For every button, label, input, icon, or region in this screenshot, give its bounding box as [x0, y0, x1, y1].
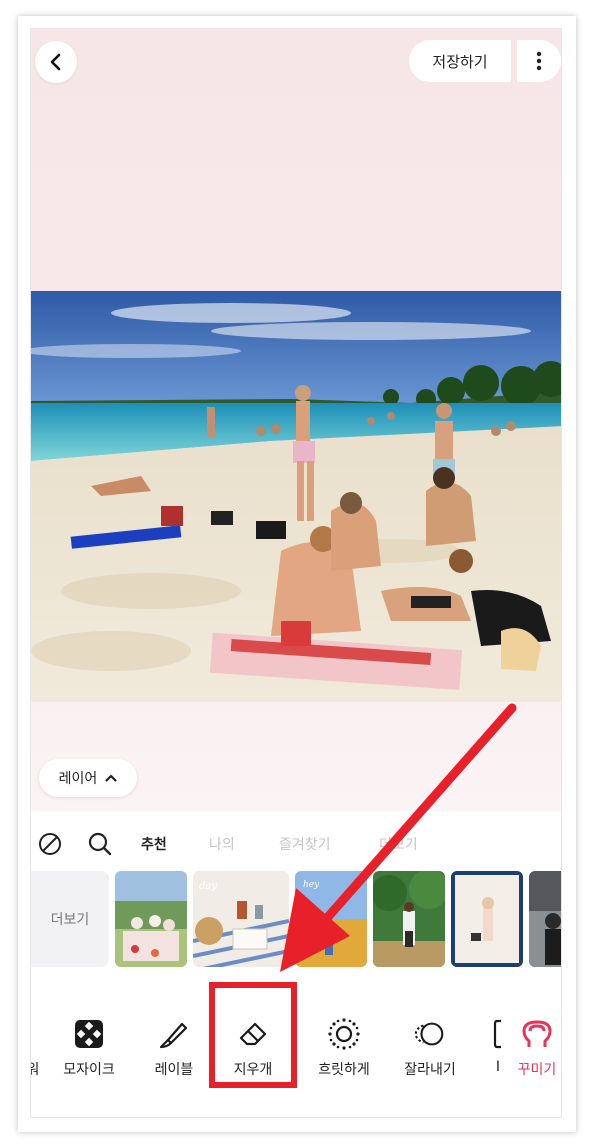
search-icon[interactable]	[87, 831, 113, 857]
more-menu-button[interactable]	[517, 40, 561, 82]
partial-icon	[481, 1017, 515, 1051]
tool-blur[interactable]: 흐릿하게	[307, 991, 381, 1087]
thumbnail-poster-woman[interactable]	[451, 871, 523, 967]
sticker-panel: 추천 나의 즐겨찾기 더보기 더보기 day hey	[31, 815, 561, 975]
tool-label: 레이블	[154, 1062, 194, 1078]
back-button[interactable]	[35, 41, 77, 83]
chevron-left-icon	[50, 53, 61, 71]
thumbnail-orchard[interactable]	[373, 871, 445, 967]
svg-text:hey: hey	[303, 880, 320, 890]
no-sticker-icon[interactable]	[37, 831, 63, 857]
save-button[interactable]: 저장하기	[409, 40, 511, 82]
tool-cutout[interactable]: 잘라내기	[393, 991, 467, 1087]
decorate-icon	[520, 1017, 554, 1051]
beach-photo[interactable]	[31, 291, 561, 702]
editor-canvas: 저장하기 레이어	[31, 29, 561, 811]
tool-partial-right[interactable]: I	[491, 991, 505, 1087]
tool-decorate[interactable]: 꾸미기	[511, 991, 561, 1087]
tab-recommended[interactable]: 추천	[141, 834, 167, 854]
sticker-thumbnails: 더보기 day hey	[31, 871, 561, 969]
eraser-highlight-box	[209, 982, 297, 1088]
tool-partial-left[interactable]: 워	[31, 991, 45, 1087]
chevron-up-icon	[105, 774, 117, 782]
phone-frame: 저장하기 레이어 추천 나의 즐겨찾기 더보기 더보기 day hey 모자이크…	[18, 16, 576, 1132]
thumbnail-picnic-blanket[interactable]: day	[193, 871, 289, 967]
tool-label: 모자이크	[63, 1062, 115, 1078]
tool-label: 꾸미기	[517, 1062, 557, 1078]
partial-icon	[31, 1017, 50, 1051]
tool-label: I	[495, 1059, 501, 1075]
thumbnail-wheat-field[interactable]: hey	[295, 871, 367, 967]
tool-mosaic[interactable]: 모자이크	[53, 991, 125, 1087]
tool-label: 흐릿하게	[318, 1062, 370, 1078]
sticker-tabs: 추천 나의 즐겨찾기 더보기	[31, 829, 561, 859]
layer-toggle-button[interactable]: 레이어	[39, 759, 137, 797]
tool-label-brush[interactable]: 레이블	[141, 991, 207, 1087]
tool-label: 잘라내기	[404, 1062, 456, 1078]
svg-text:day: day	[199, 881, 217, 892]
editor-screen: 저장하기 레이어 추천 나의 즐겨찾기 더보기 더보기 day hey 모자이크…	[30, 28, 562, 1118]
layer-label: 레이어	[58, 771, 98, 787]
more-vertical-icon	[536, 51, 542, 71]
brush-icon	[157, 1017, 191, 1051]
tab-favorites[interactable]: 즐겨찾기	[279, 834, 331, 854]
blur-icon	[327, 1017, 361, 1051]
lasso-icon	[413, 1017, 447, 1051]
tool-label: 워	[31, 1059, 39, 1079]
thumbnail-picnic-friends[interactable]	[115, 871, 187, 967]
tab-more[interactable]: 더보기	[379, 834, 418, 854]
mosaic-icon	[72, 1017, 106, 1051]
more-stickers-tile[interactable]: 더보기	[31, 871, 109, 967]
tab-mine[interactable]: 나의	[209, 834, 235, 854]
thumbnail-dark-portrait[interactable]	[529, 871, 561, 967]
